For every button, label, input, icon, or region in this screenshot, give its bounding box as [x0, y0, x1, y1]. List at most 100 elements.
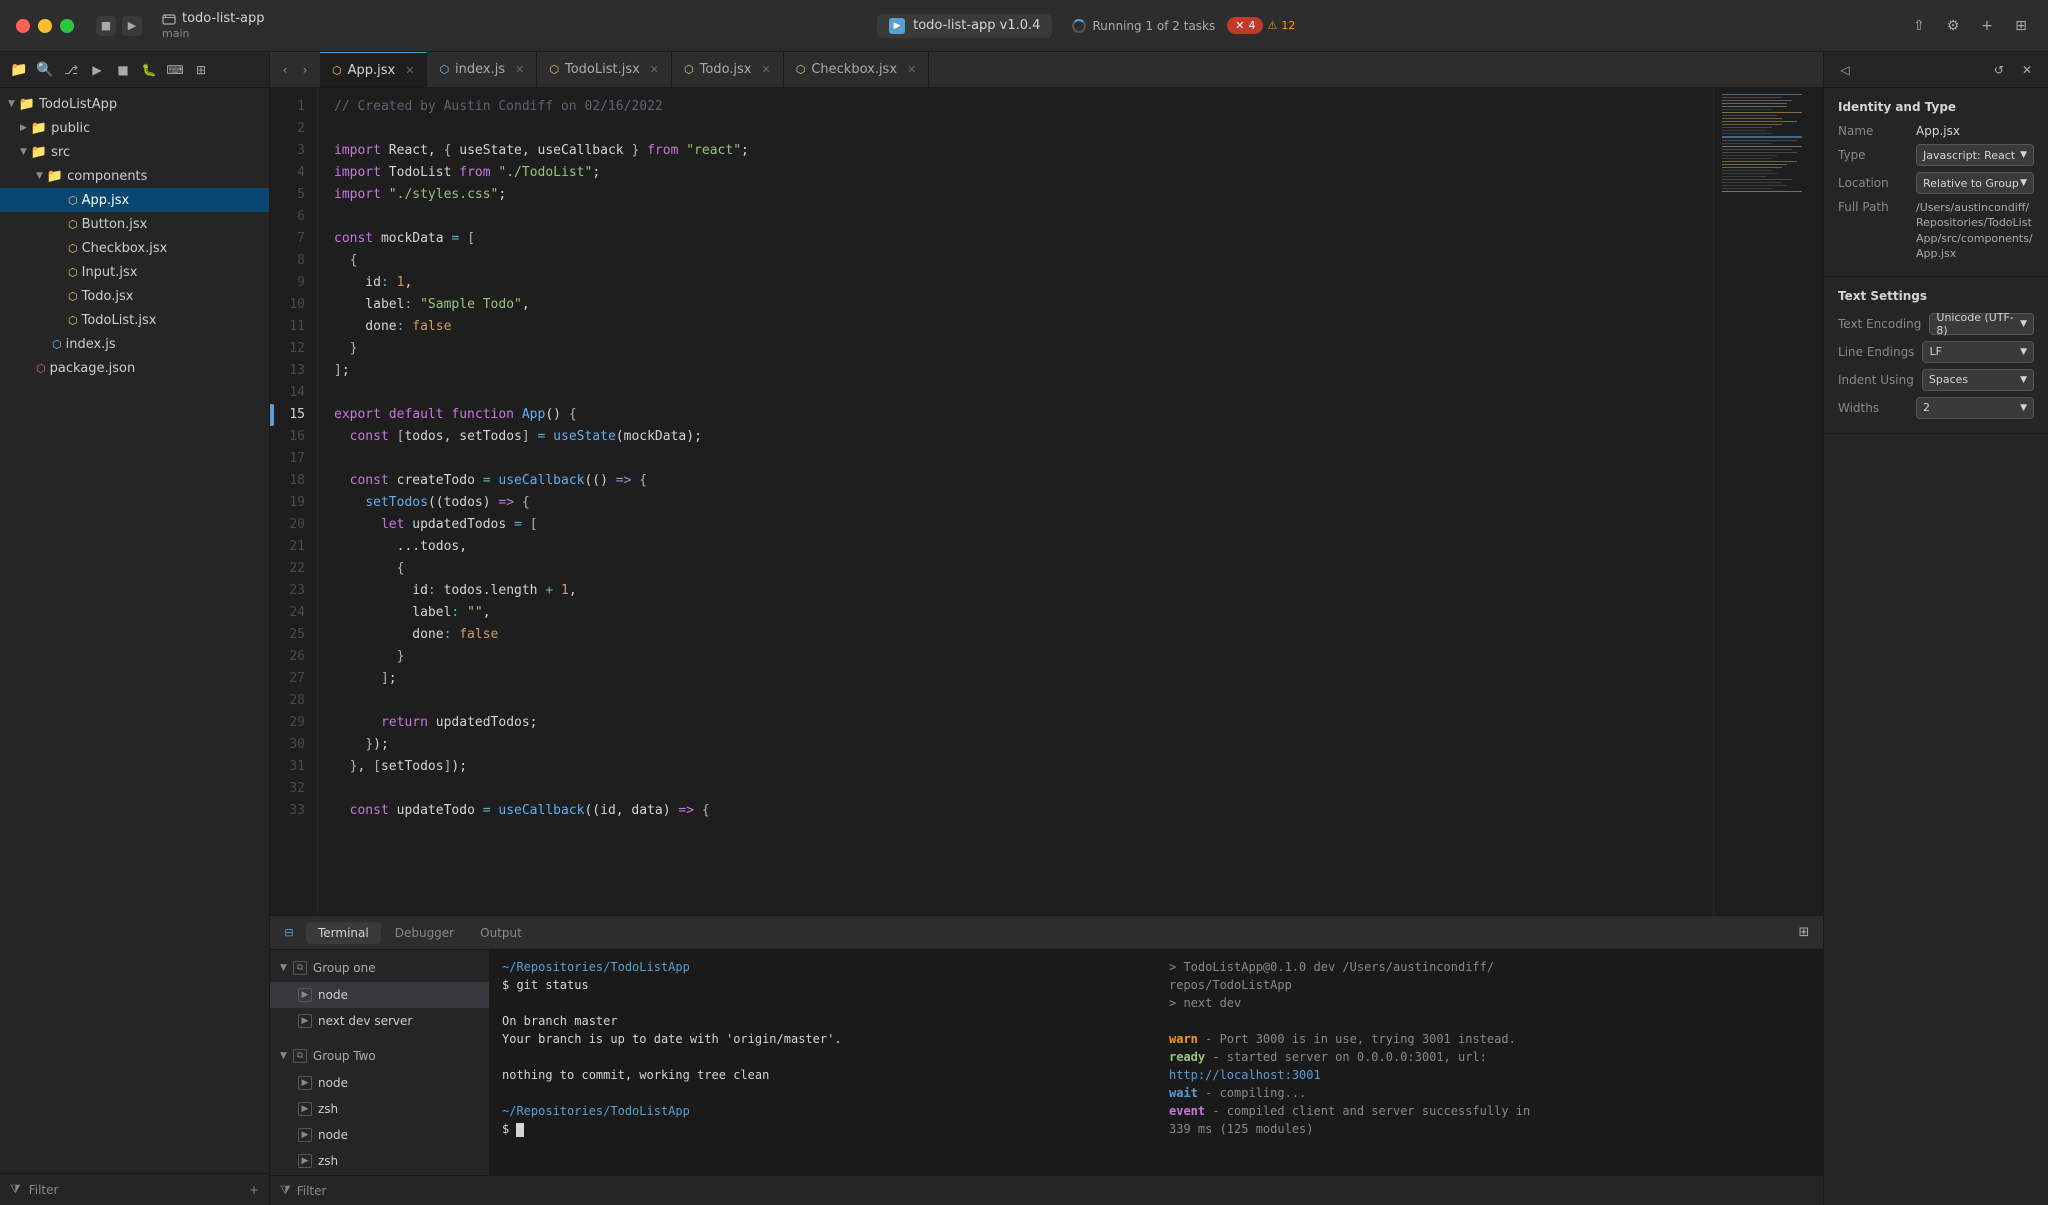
terminal-line: ~/Repositories/TodoListApp	[502, 1102, 1144, 1120]
chevron-down-icon: ▼	[2020, 319, 2027, 329]
stop-button[interactable]: ■	[96, 16, 116, 36]
terminal-toggle-btn[interactable]: ⊟	[278, 922, 300, 944]
run-icon-btn[interactable]: ▶	[86, 59, 108, 81]
project-info[interactable]: todo-list-app main	[162, 11, 264, 40]
share-button[interactable]: ⇧	[1908, 15, 1930, 37]
tree-item-public[interactable]: ▶ 📁 public	[0, 116, 269, 140]
warn-icon: ⚠	[1267, 19, 1277, 32]
active-line-indicator	[270, 404, 274, 426]
code-editor[interactable]: 123 456 789 101112 131415 161718 192021 …	[270, 88, 1823, 915]
tab-close-todo-jsx[interactable]: ✕	[762, 63, 771, 76]
tab-close-checkbox-jsx[interactable]: ✕	[907, 63, 916, 76]
terminal-item-icon: ▶	[298, 1102, 312, 1116]
panel-tab-output[interactable]: Output	[468, 922, 534, 944]
terminal-line	[502, 1084, 1144, 1102]
tree-item-package-json[interactable]: ⬡ package.json	[0, 356, 269, 380]
tree-item-todo-jsx[interactable]: ⬡ Todo.jsx	[0, 284, 269, 308]
debug-icon-btn[interactable]: 🐛	[138, 59, 160, 81]
panel-tabs: ⊟ Terminal Debugger Output ⊞	[270, 916, 1823, 950]
play-button[interactable]: ▶	[122, 16, 142, 36]
folder-icon: 📁	[31, 121, 47, 136]
terminal-item-zsh-1[interactable]: ▶ zsh	[270, 1096, 489, 1122]
chevron-down-icon: ▼	[2020, 403, 2027, 413]
add-filter-icon[interactable]: +	[249, 1183, 259, 1197]
file-icon-js: ⬡	[68, 242, 78, 255]
terminal-item-zsh-2[interactable]: ▶ zsh	[270, 1148, 489, 1174]
branch-icon-btn[interactable]: ⎇	[60, 59, 82, 81]
tree-label-public: public	[51, 121, 90, 136]
inspector-identity-title: Identity and Type	[1838, 100, 2034, 114]
group-one-label: Group one	[313, 961, 376, 975]
terminal-item-nextdev[interactable]: ▶ next dev server	[270, 1008, 489, 1034]
terminal-group-two: ▼ ⧉ Group Two ▶ node ▶ z	[270, 1038, 489, 1175]
tab-index-js[interactable]: ⬡ index.js ✕	[427, 52, 537, 88]
terminal-line: http://localhost:3001	[1169, 1066, 1811, 1084]
tab-todolist-jsx[interactable]: ⬡ TodoList.jsx ✕	[537, 52, 672, 88]
minimize-button[interactable]	[38, 19, 52, 33]
tree-item-input-jsx[interactable]: ⬡ Input.jsx	[0, 260, 269, 284]
terminal-group-header-one[interactable]: ▼ ⧉ Group one	[270, 954, 489, 982]
close-button[interactable]	[16, 19, 30, 33]
tree-label-button-jsx: Button.jsx	[82, 217, 148, 232]
terminal-item-node-1[interactable]: ▶ node	[270, 982, 489, 1008]
tree-item-todolistapp[interactable]: ▼ 📁 TodoListApp	[0, 92, 269, 116]
tab-close-index-js[interactable]: ✕	[515, 63, 524, 76]
inspector-back-btn[interactable]: ◁	[1834, 59, 1856, 81]
terminal-item-label-nextdev: next dev server	[318, 1014, 412, 1028]
file-icon: ⬡	[52, 338, 62, 351]
layout-button[interactable]: ⊞	[2010, 15, 2032, 37]
terminal-item-icon: ▶	[298, 1128, 312, 1142]
inspector-refresh-btn[interactable]: ↺	[1988, 59, 2010, 81]
panel-right-controls: ⊞	[1793, 922, 1815, 944]
tab-nav-back[interactable]: ‹	[276, 61, 294, 79]
tab-todo-jsx[interactable]: ⬡ Todo.jsx ✕	[672, 52, 784, 88]
tree-item-src[interactable]: ▼ 📁 src	[0, 140, 269, 164]
folder-icon-btn[interactable]: 📁	[8, 59, 30, 81]
tree-item-index-js[interactable]: ⬡ index.js	[0, 332, 269, 356]
inspector-row-encoding: Text Encoding Unicode (UTF-8) ▼	[1838, 313, 2034, 335]
terminal-left-output[interactable]: ~/Repositories/TodoListApp $ git status …	[490, 950, 1157, 1175]
inspector-select-lineendings[interactable]: LF ▼	[1922, 341, 2034, 363]
stop-icon-btn[interactable]: ■	[112, 59, 134, 81]
settings-button[interactable]: ⚙	[1942, 15, 1964, 37]
tree-item-app-jsx[interactable]: ⬡ App.jsx	[0, 188, 269, 212]
tab-close-todolist-jsx[interactable]: ✕	[650, 63, 659, 76]
search-icon-btn[interactable]: 🔍	[34, 59, 56, 81]
terminal-icon-btn[interactable]: ⌨	[164, 59, 186, 81]
terminal-item-node-2[interactable]: ▶ node	[270, 1070, 489, 1096]
chevron-icon: ▼	[36, 171, 43, 181]
tree-item-button-jsx[interactable]: ⬡ Button.jsx	[0, 212, 269, 236]
tree-item-todolist-jsx[interactable]: ⬡ TodoList.jsx	[0, 308, 269, 332]
terminal-group-header-two[interactable]: ▼ ⧉ Group Two	[270, 1042, 489, 1070]
terminal-item-node-3[interactable]: ▶ node	[270, 1122, 489, 1148]
tree-label-package-json: package.json	[50, 361, 136, 376]
tab-checkbox-jsx[interactable]: ⬡ Checkbox.jsx ✕	[784, 52, 930, 88]
maximize-button[interactable]	[60, 19, 74, 33]
panel-tab-debugger[interactable]: Debugger	[383, 922, 466, 944]
tree-label-checkbox-jsx: Checkbox.jsx	[82, 241, 168, 256]
tree-item-checkbox-jsx[interactable]: ⬡ Checkbox.jsx	[0, 236, 269, 260]
inspector-select-type[interactable]: Javascript: React ▼	[1916, 144, 2034, 166]
folder-icon: 📁	[19, 97, 35, 112]
inspector-select-widths[interactable]: 2 ▼	[1916, 397, 2034, 419]
inspector-close-btn[interactable]: ✕	[2016, 59, 2038, 81]
inspector-label-name: Name	[1838, 124, 1908, 138]
panel-tab-terminal[interactable]: Terminal	[306, 922, 381, 944]
inspector-text-settings-section: Text Settings Text Encoding Unicode (UTF…	[1824, 277, 2048, 434]
tab-app-jsx[interactable]: ⬡ App.jsx ✕	[320, 52, 427, 88]
inspector-row-type: Type Javascript: React ▼	[1838, 144, 2034, 166]
tab-nav-forward[interactable]: ›	[296, 61, 314, 79]
code-content[interactable]: // Created by Austin Condiff on 02/16/20…	[318, 88, 1713, 915]
filter-icon: ⧩	[280, 1183, 291, 1198]
inspector-select-location[interactable]: Relative to Group ▼	[1916, 172, 2034, 194]
inspector-select-indent[interactable]: Spaces ▼	[1922, 369, 2034, 391]
split-icon-btn[interactable]: ⊞	[190, 59, 212, 81]
filter-icon: ⧩	[10, 1182, 21, 1197]
terminal-right-output[interactable]: > TodoListApp@0.1.0 dev /Users/austincon…	[1157, 950, 1823, 1175]
inspector-select-encoding[interactable]: Unicode (UTF-8) ▼	[1929, 313, 2034, 335]
plus-button[interactable]: +	[1976, 15, 1998, 37]
tab-close-app-jsx[interactable]: ✕	[405, 64, 414, 77]
tree-item-components[interactable]: ▼ 📁 components	[0, 164, 269, 188]
panel-expand-btn[interactable]: ⊞	[1793, 922, 1815, 944]
running-badge: Running 1 of 2 tasks	[1072, 19, 1215, 33]
